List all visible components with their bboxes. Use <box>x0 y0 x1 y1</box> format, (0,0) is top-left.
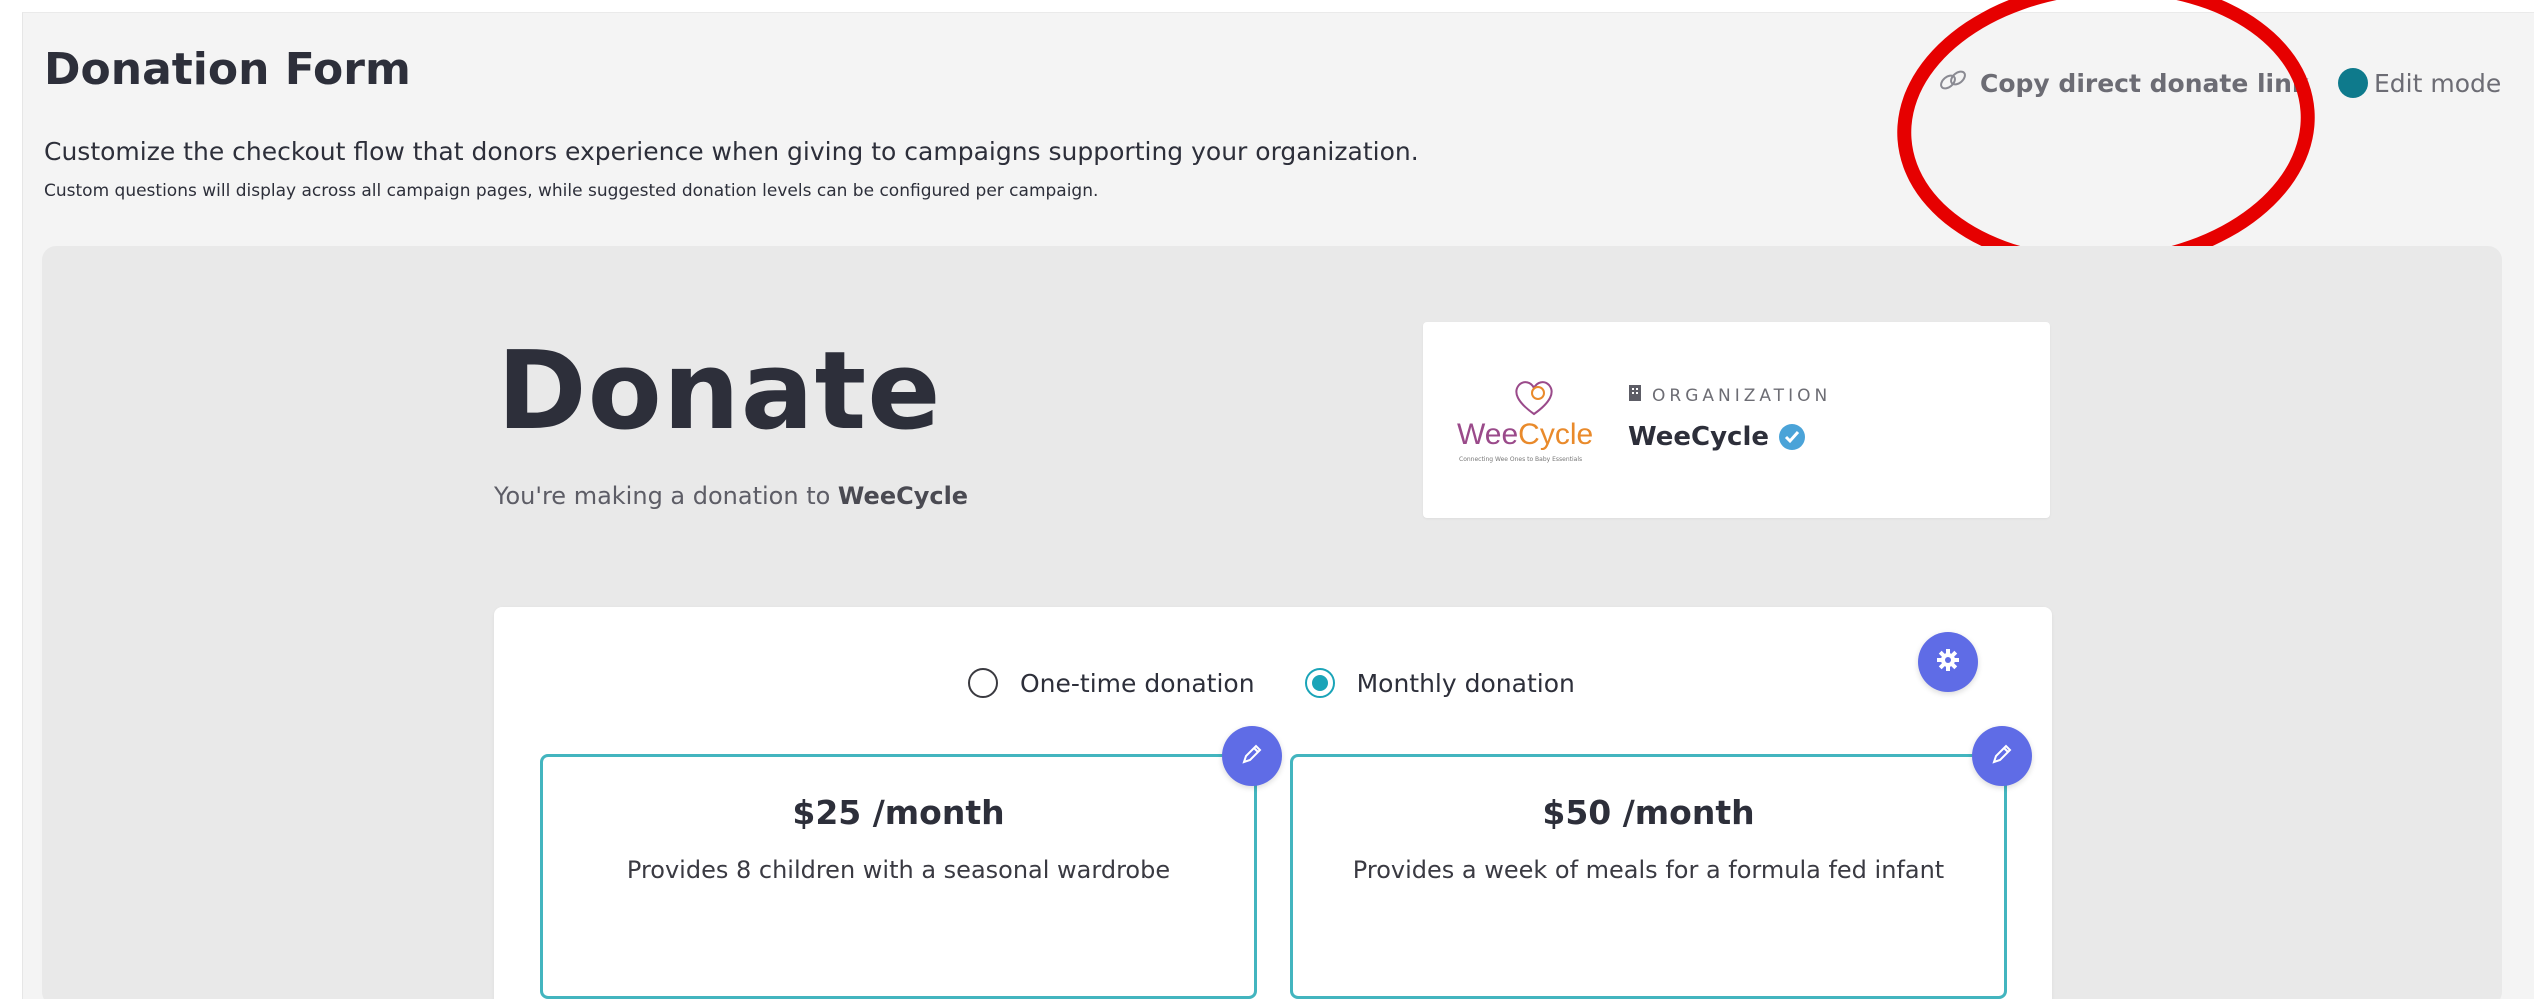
donate-subtext: You're making a donation to WeeCycle <box>494 482 968 510</box>
organization-label-text: ORGANIZATION <box>1652 385 1832 406</box>
radio-monthly-label: Monthly donation <box>1356 668 1575 698</box>
toggle-knob-icon <box>2338 68 2368 98</box>
radio-one-time-label: One-time donation <box>1020 668 1255 698</box>
pencil-icon <box>1240 742 1264 770</box>
edit-mode-label: Edit mode <box>2374 68 2502 98</box>
organization-name: WeeCycle <box>1628 422 1806 452</box>
radio-one-time-circle[interactable] <box>968 668 998 698</box>
link-icon <box>1938 68 1968 98</box>
page-subtitle: Customize the checkout flow that donors … <box>44 137 1419 166</box>
pencil-icon <box>1990 742 2014 770</box>
frequency-selector: One-time donation Monthly donation <box>968 668 1575 698</box>
page-note: Custom questions will display across all… <box>44 181 1099 201</box>
organization-name-text: WeeCycle <box>1628 422 1770 452</box>
donate-subtext-org: WeeCycle <box>837 482 969 510</box>
edit-level-2-button[interactable] <box>1972 726 2032 786</box>
radio-monthly-circle[interactable] <box>1304 668 1335 698</box>
verified-badge-icon <box>1779 424 1806 450</box>
logo-tagline: Connecting Wee Ones to Baby Essentials <box>1459 456 1583 463</box>
donation-level-amount: $50 /month <box>1542 793 1755 832</box>
donation-level-description: Provides a week of meals for a formula f… <box>1352 856 1945 884</box>
radio-monthly[interactable]: Monthly donation <box>1304 668 1575 698</box>
copy-donate-link-button[interactable]: Copy direct donate link <box>1938 68 2309 98</box>
donate-subtext-prefix: You're making a donation to <box>494 482 838 510</box>
logo-wordmark: WeeCycle <box>1457 418 1594 451</box>
copy-donate-link-label: Copy direct donate link <box>1980 68 2309 98</box>
donate-heading: Donate <box>497 329 942 454</box>
donation-level-description: Provides 8 children with a seasonal ward… <box>626 856 1171 884</box>
page-title: Donation Form <box>44 44 411 95</box>
edit-mode-toggle[interactable]: Edit mode <box>2338 68 2501 98</box>
building-icon <box>1628 384 1642 407</box>
gear-icon <box>1936 648 1960 676</box>
donation-level-card-1[interactable]: $25 /month Provides 8 children with a se… <box>540 754 1257 999</box>
donation-level-card-2[interactable]: $50 /month Provides a week of meals for … <box>1290 754 2007 999</box>
organization-card: WeeCycle Connecting Wee Ones to Baby Ess… <box>1423 322 2050 518</box>
radio-one-time[interactable]: One-time donation <box>968 668 1255 698</box>
donation-level-amount: $25 /month <box>792 793 1005 832</box>
organization-label: ORGANIZATION <box>1628 384 1831 407</box>
edit-level-1-button[interactable] <box>1222 726 1282 786</box>
weecycle-logo: WeeCycle Connecting Wee Ones to Baby Ess… <box>1453 378 1603 468</box>
form-settings-button[interactable] <box>1918 632 1978 692</box>
heart-logo-icon <box>1515 381 1553 416</box>
